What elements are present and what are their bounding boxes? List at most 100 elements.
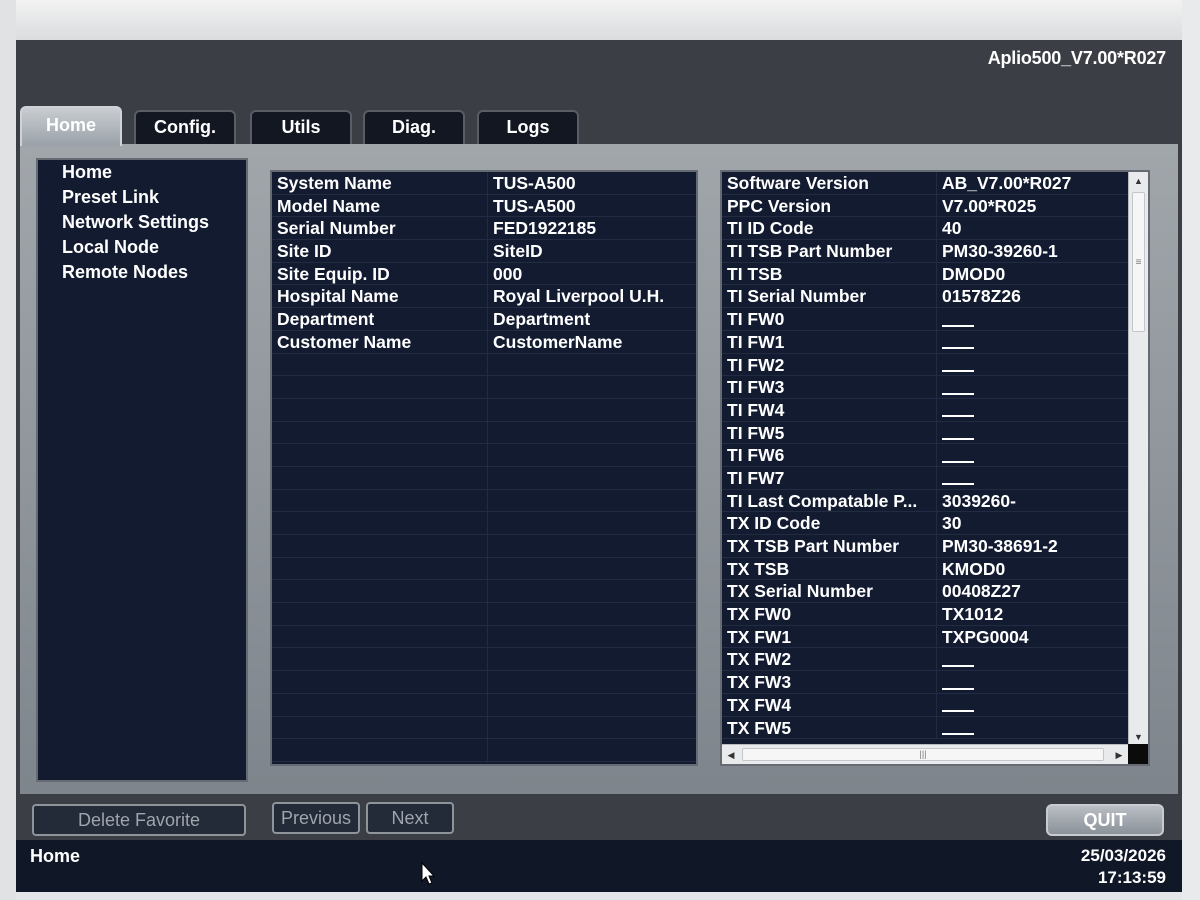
version-info-row: TI FW4: [722, 398, 1128, 422]
row-label: [272, 671, 488, 693]
row-label: TX FW2: [722, 648, 937, 671]
monitor-bezel-left: [0, 0, 16, 900]
row-value: [488, 626, 696, 648]
tab-content-panel: Home Preset Link Network Settings Local …: [20, 144, 1178, 794]
nav-item-remote-nodes[interactable]: Remote Nodes: [38, 260, 246, 285]
row-label: Site Equip. ID: [272, 262, 488, 285]
software-version-label: Aplio500_V7.00*R027: [987, 48, 1167, 68]
system-info-row: Site ID SiteID: [272, 240, 696, 263]
delete-favorite-button[interactable]: Delete Favorite: [32, 804, 246, 836]
version-info-row: TX TSB KMOD0: [722, 557, 1128, 581]
empty-row: [272, 489, 696, 513]
row-value: [488, 739, 696, 761]
row-label: TI ID Code: [722, 217, 937, 240]
row-label: Software Version: [722, 172, 937, 194]
row-value: [488, 535, 696, 557]
nav-item-home[interactable]: Home: [38, 160, 246, 185]
scroll-left-icon[interactable]: ◀: [722, 745, 740, 764]
empty-value-dash: [942, 483, 974, 486]
empty-value-dash: [942, 324, 974, 327]
empty-row: [272, 671, 696, 694]
row-value: [488, 376, 696, 398]
version-info-row: TI FW1: [722, 330, 1128, 354]
row-value: [937, 399, 1128, 421]
tab-utils[interactable]: Utils: [250, 110, 352, 144]
nav-item-local-node[interactable]: Local Node: [38, 235, 246, 260]
version-info-row: TX FW3: [722, 671, 1128, 694]
empty-row: [272, 580, 696, 604]
empty-row: [272, 535, 696, 558]
version-info-row: TI FW0: [722, 308, 1128, 331]
row-label: Serial Number: [272, 217, 488, 240]
row-value: 40: [942, 218, 962, 239]
row-value: [488, 467, 696, 489]
row-value: KMOD0: [942, 558, 1006, 579]
row-label: TI FW1: [722, 330, 937, 353]
scroll-right-icon[interactable]: ▶: [1110, 745, 1128, 764]
row-value: [937, 376, 1128, 398]
row-label: TI Last Compatable P...: [722, 489, 937, 512]
scroll-up-icon[interactable]: ▲: [1129, 172, 1148, 190]
horizontal-scrollbar[interactable]: ◀ ||| ▶: [722, 744, 1128, 764]
row-value: [937, 694, 1128, 716]
version-info-row: TX FW0 TX1012: [722, 603, 1128, 626]
version-info-row: TI TSB DMOD0: [722, 262, 1128, 286]
tab-diag[interactable]: Diag.: [363, 110, 465, 144]
row-label: TX FW1: [722, 625, 937, 648]
tab-config[interactable]: Config.: [134, 110, 236, 144]
row-value: 30: [942, 513, 962, 534]
row-label: Customer Name: [272, 330, 488, 353]
tab-logs[interactable]: Logs: [477, 110, 579, 144]
row-value: PM30-38691-2: [942, 536, 1058, 556]
version-info-row: TX FW2: [722, 648, 1128, 672]
row-label: TX TSB: [722, 557, 937, 580]
service-screen: Aplio500_V7.00*R027 Home Config. Utils D…: [16, 40, 1182, 892]
empty-row: [272, 353, 696, 377]
row-label: [272, 557, 488, 580]
row-label: TI FW2: [722, 353, 937, 376]
nav-item-network-settings[interactable]: Network Settings: [38, 210, 246, 235]
version-info-row: TI FW5: [722, 421, 1128, 445]
row-value: [488, 444, 696, 466]
empty-row: [272, 648, 696, 672]
row-value: [937, 331, 1128, 353]
row-value: [488, 671, 696, 693]
row-value: TX1012: [942, 604, 1004, 625]
row-label: [272, 421, 488, 444]
home-nav-list: Home Preset Link Network Settings Local …: [36, 158, 248, 782]
nav-item-preset-link[interactable]: Preset Link: [38, 185, 246, 210]
previous-button[interactable]: Previous: [272, 802, 360, 834]
vertical-scroll-thumb[interactable]: ≡: [1132, 192, 1145, 332]
horizontal-scroll-thumb[interactable]: |||: [742, 748, 1104, 761]
empty-row: [272, 557, 696, 581]
row-label: PPC Version: [722, 194, 937, 217]
version-info-row: TX FW4: [722, 693, 1128, 717]
row-value: V7.00*R025: [942, 195, 1037, 216]
empty-row: [272, 625, 696, 649]
version-info-row: TX FW5: [722, 716, 1128, 740]
empty-row: [272, 603, 696, 626]
row-value: [937, 354, 1128, 376]
empty-value-dash: [942, 392, 974, 395]
row-label: TI FW7: [722, 466, 937, 489]
empty-value-dash: [942, 732, 974, 735]
system-info-row: Site Equip. ID 000: [272, 262, 696, 286]
monitor-bezel-top: [0, 0, 1200, 40]
row-label: TX TSB Part Number: [722, 535, 937, 557]
mouse-pointer-icon: [421, 862, 436, 885]
quit-button[interactable]: QUIT: [1046, 804, 1164, 836]
system-info-table: System Name TUS-A500 Model Name TUS-A500 Ser…: [270, 170, 698, 766]
row-label: TI FW4: [722, 398, 937, 421]
row-value: [488, 512, 696, 534]
next-button[interactable]: Next: [366, 802, 454, 834]
row-value: 000: [493, 263, 523, 284]
empty-value-dash: [942, 687, 974, 690]
tab-home[interactable]: Home: [20, 106, 122, 146]
row-value: [488, 648, 696, 670]
row-value: Department: [493, 309, 591, 330]
row-value: [937, 671, 1128, 693]
row-label: TI TSB: [722, 262, 937, 285]
row-label: TI FW5: [722, 421, 937, 444]
row-value: 3039260-: [942, 490, 1016, 511]
vertical-scrollbar[interactable]: ▲ ≡ ▼: [1128, 172, 1148, 746]
